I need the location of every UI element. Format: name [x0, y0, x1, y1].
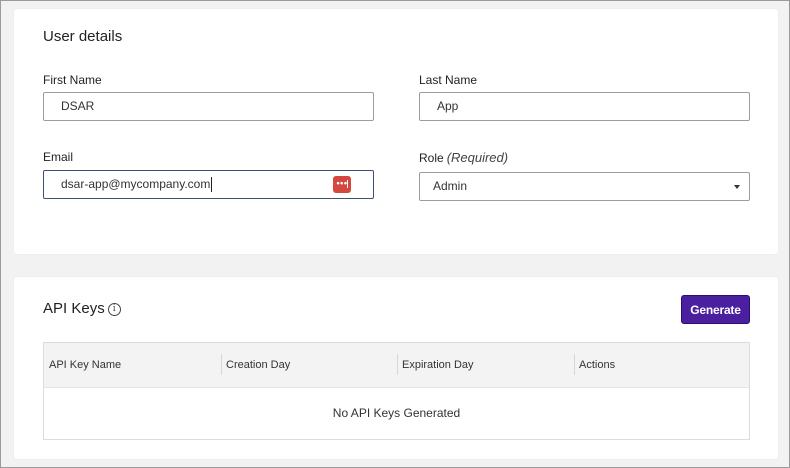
email-input[interactable]: dsar-app@mycompany.com ••• — [43, 170, 374, 199]
empty-table-message: No API Keys Generated — [332, 406, 461, 420]
column-header-api-key-name: API Key Name — [49, 359, 122, 371]
role-label: Role — [419, 151, 444, 165]
first-name-input[interactable]: DSAR — [43, 92, 374, 121]
user-details-card: User details First Name DSAR Last Name A… — [14, 9, 778, 254]
role-required-note: (Required) — [446, 150, 509, 165]
role-label-row: Role (Required) — [419, 150, 508, 165]
generate-button[interactable]: Generate — [681, 295, 750, 324]
role-select[interactable]: Admin — [419, 172, 750, 201]
column-header-expiration-day: Expiration Day — [402, 359, 474, 371]
email-value: dsar-app@mycompany.com — [61, 177, 211, 191]
last-name-input[interactable]: App — [419, 92, 750, 121]
chevron-down-icon — [734, 185, 740, 189]
email-label: Email — [43, 150, 74, 164]
column-header-creation-day: Creation Day — [226, 359, 291, 371]
api-keys-title-row: API Keys i — [43, 300, 121, 317]
api-keys-title: API Keys — [43, 300, 105, 317]
api-keys-table: API Key Name Creation Day Expiration Day… — [43, 342, 750, 440]
table-header: API Key Name Creation Day Expiration Day… — [44, 343, 749, 388]
api-keys-card: API Keys i Generate API Key Name Creation… — [14, 277, 778, 459]
role-selected-value: Admin — [433, 179, 468, 193]
last-name-value: App — [437, 99, 459, 113]
last-name-label: Last Name — [419, 73, 478, 87]
first-name-value: DSAR — [61, 99, 95, 113]
info-icon[interactable]: i — [107, 302, 121, 316]
text-caret — [211, 177, 213, 193]
password-manager-icon[interactable]: ••• — [333, 176, 351, 193]
column-header-actions: Actions — [579, 359, 616, 371]
user-details-title: User details — [43, 28, 123, 45]
first-name-label: First Name — [43, 73, 102, 87]
